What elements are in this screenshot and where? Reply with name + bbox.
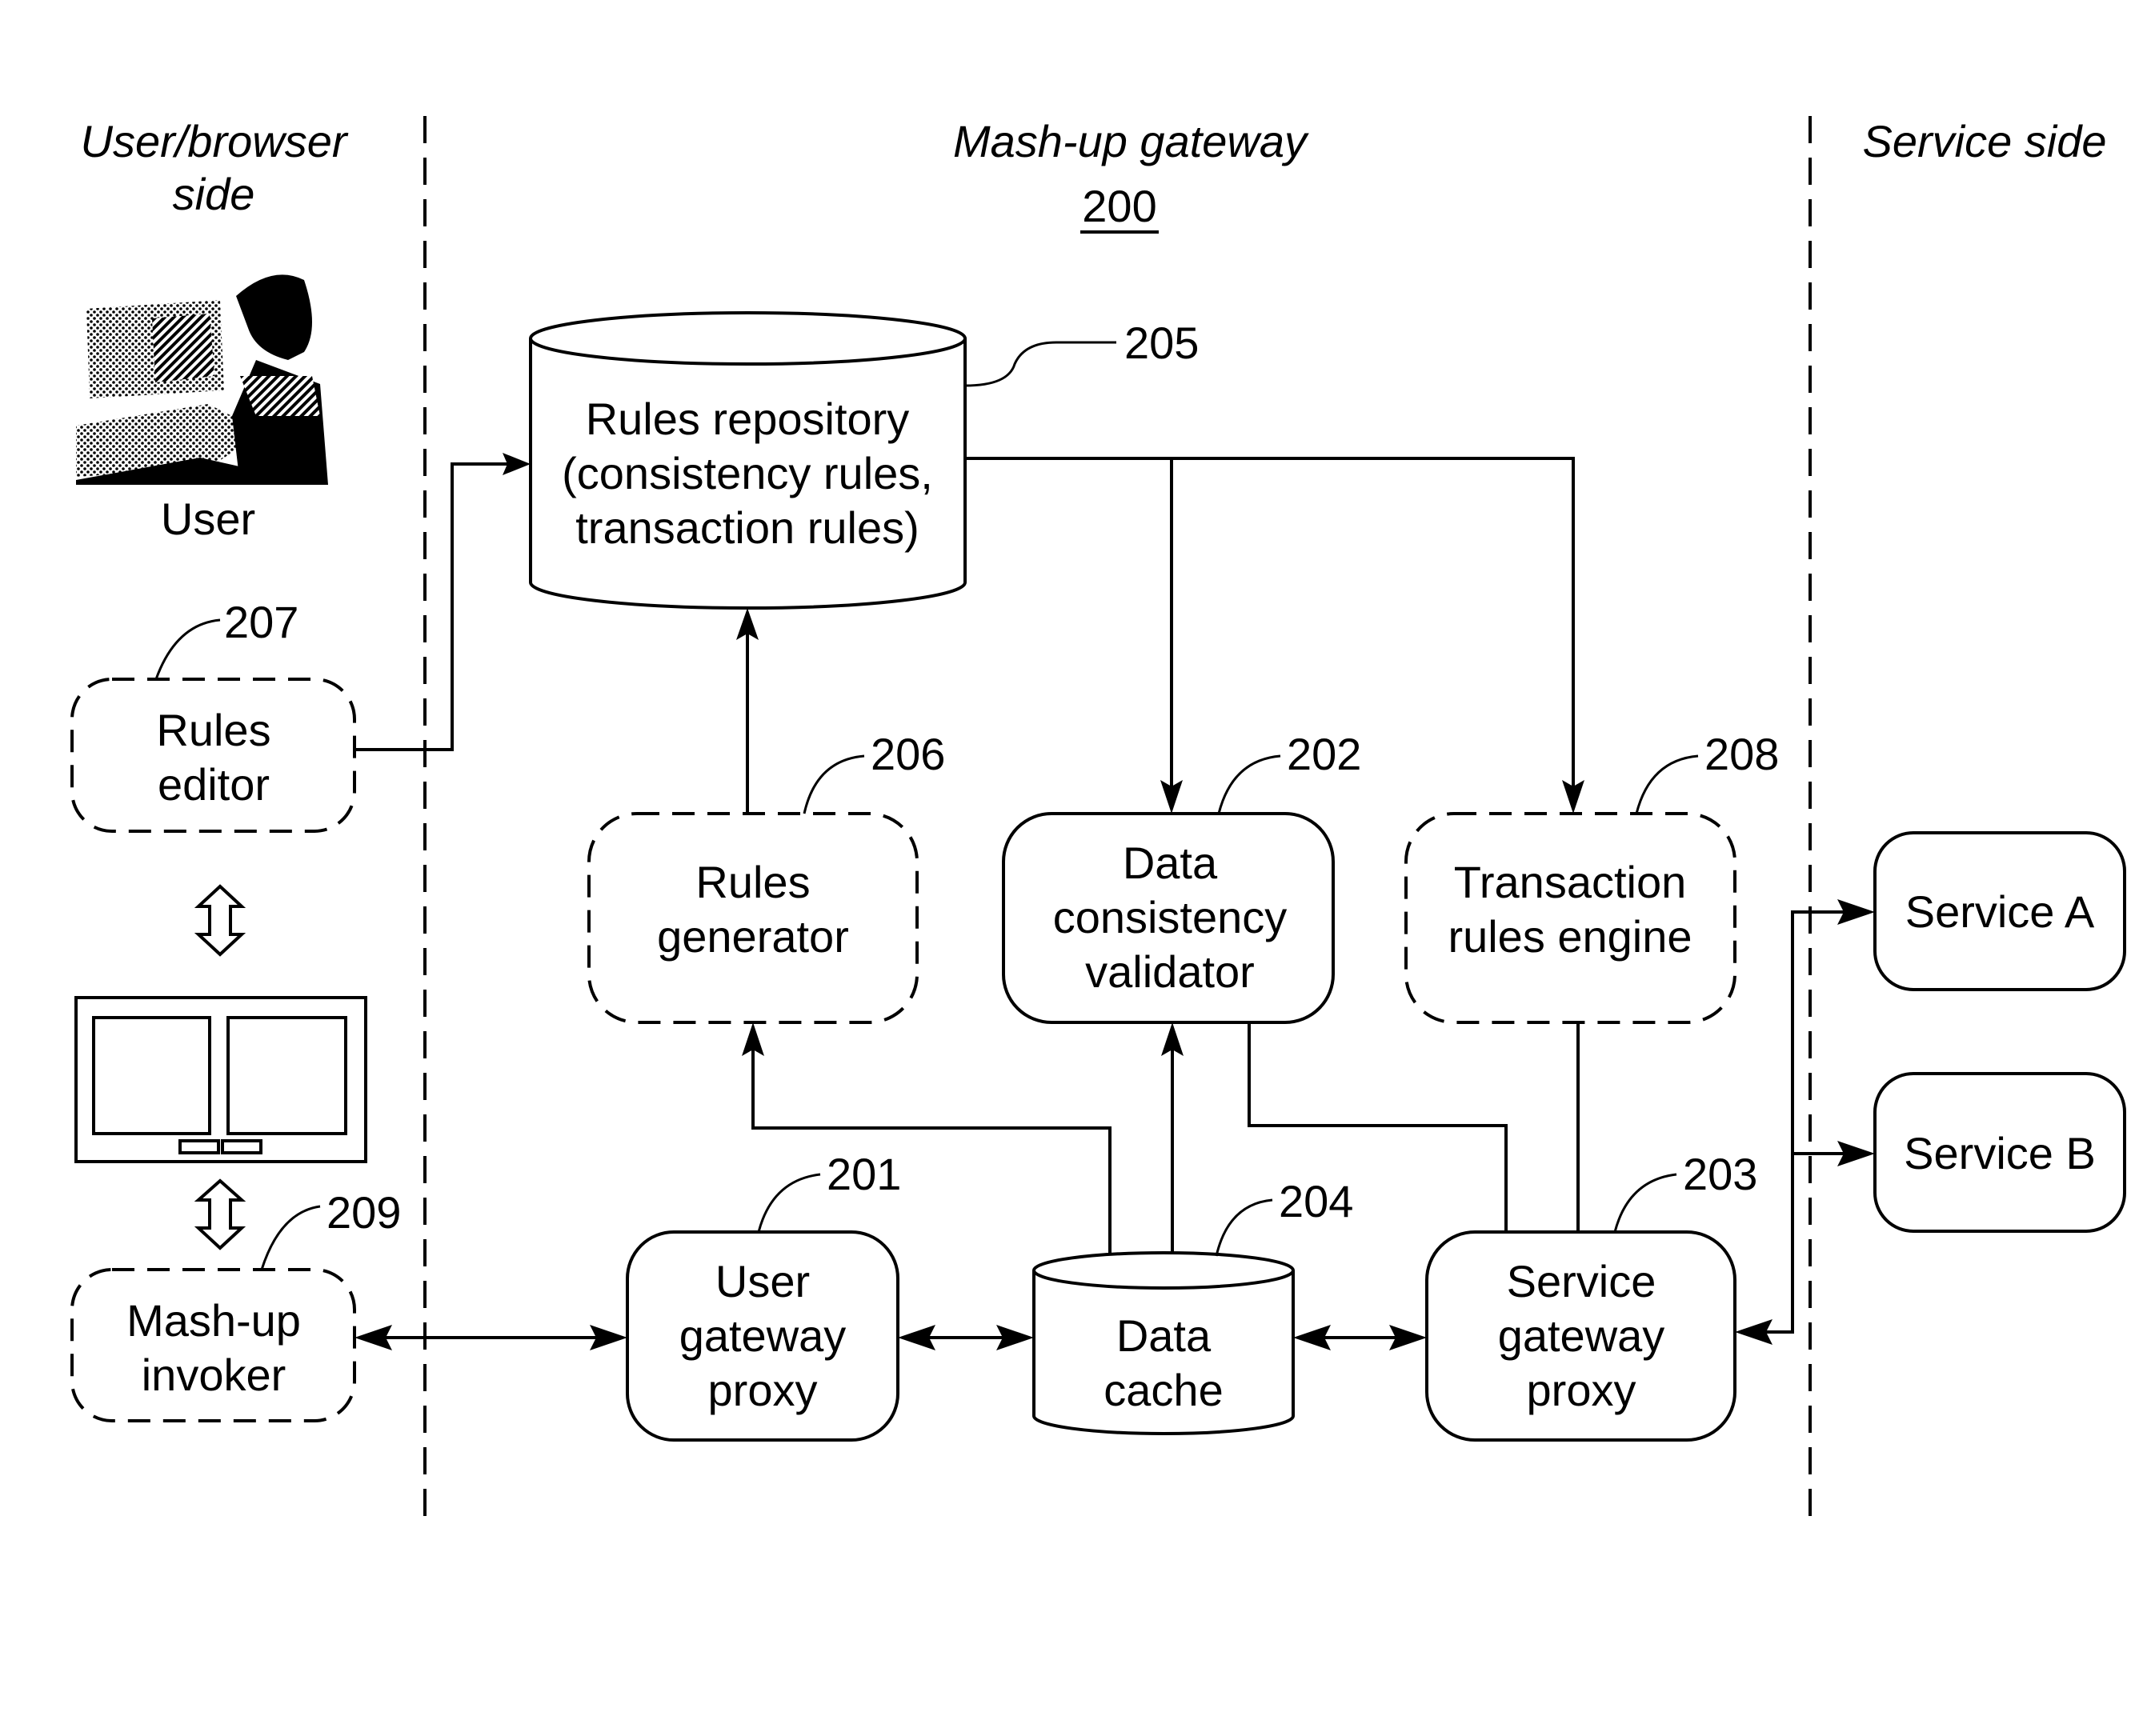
hollow-double-arrow-icon xyxy=(194,1178,246,1250)
person-at-computer-icon xyxy=(76,274,328,485)
ref-203: 203 xyxy=(1683,1149,1757,1199)
ref-201-leader xyxy=(757,1173,821,1233)
architecture-diagram: User/browser side Mash-up gateway 200 Se… xyxy=(70,116,2126,1520)
ref-203-leader xyxy=(1613,1173,1677,1233)
engine-label-line1: Transaction xyxy=(1454,857,1687,907)
rules-generator-label-line1: Rules xyxy=(695,857,810,907)
connector-editor-to-repository xyxy=(354,462,512,751)
ref-207: 207 xyxy=(224,597,298,647)
service-a-label: Service A xyxy=(1905,886,2095,937)
service-proxy-label-line2: gateway xyxy=(1498,1310,1665,1361)
ref-202: 202 xyxy=(1287,729,1361,779)
mashup-gateway-ref: 200 xyxy=(1082,181,1156,231)
rules-repository-label-line3: transaction rules) xyxy=(575,502,919,553)
service-proxy-label-line3: proxy xyxy=(1527,1365,1636,1415)
rules-repository[interactable]: Rules repository (consistency rules, tra… xyxy=(529,311,967,610)
user-proxy-label-line3: proxy xyxy=(708,1365,818,1415)
region-header-user-browser-line1: User/browser xyxy=(81,116,349,166)
diagram-canvas: User/browser side Mash-up gateway 200 Se… xyxy=(0,0,2151,1736)
connector-service-proxy-to-service-a xyxy=(1754,910,1857,1334)
validator-label-line3: validator xyxy=(1085,946,1255,997)
hollow-double-arrow-icon xyxy=(194,884,246,957)
ref-206: 206 xyxy=(871,729,945,779)
ref-209-leader xyxy=(260,1205,321,1270)
user-gateway-proxy[interactable]: User gateway proxy xyxy=(626,1230,899,1442)
rules-repository-label-line2: (consistency rules, xyxy=(562,448,933,498)
connector-repository-to-engine xyxy=(965,457,1575,788)
data-cache-label-line2: cache xyxy=(1104,1365,1223,1415)
ref-206-leader xyxy=(803,754,865,814)
validator-label-line1: Data xyxy=(1123,838,1218,888)
engine-label-line2: rules engine xyxy=(1448,911,1692,962)
region-header-user-browser-line2: side xyxy=(173,169,255,219)
ref-204: 204 xyxy=(1279,1176,1353,1226)
ref-208-leader xyxy=(1635,754,1699,814)
ref-207-leader xyxy=(154,618,221,680)
user-proxy-label-line1: User xyxy=(715,1256,810,1306)
rules-repository-label-line1: Rules repository xyxy=(586,394,910,444)
service-a[interactable]: Service A xyxy=(1873,831,2126,991)
rules-editor-label-line2: editor xyxy=(158,759,270,810)
ref-204-leader xyxy=(1215,1198,1273,1257)
ref-205-leader xyxy=(964,341,1116,387)
service-b[interactable]: Service B xyxy=(1873,1072,2126,1233)
service-b-label: Service B xyxy=(1904,1128,2096,1178)
rules-editor[interactable]: Rules editor xyxy=(70,678,356,833)
browser-window-icon xyxy=(74,996,367,1163)
data-cache[interactable]: Data cache xyxy=(1032,1251,1295,1435)
rules-generator[interactable]: Rules generator xyxy=(587,812,919,1024)
ref-208: 208 xyxy=(1704,729,1779,779)
region-header-service-side: Service side xyxy=(1862,116,2106,166)
transaction-rules-engine[interactable]: Transaction rules engine xyxy=(1404,812,1736,1024)
service-gateway-proxy[interactable]: Service gateway proxy xyxy=(1425,1230,1736,1442)
region-header-mashup-gateway: Mash-up gateway xyxy=(953,116,1309,166)
connector-cache-to-generator xyxy=(751,1048,1112,1262)
service-proxy-label-line1: Service xyxy=(1507,1256,1656,1306)
data-cache-label-line1: Data xyxy=(1116,1310,1212,1361)
ref-202-leader xyxy=(1217,754,1281,814)
mashup-invoker-label-line1: Mash-up xyxy=(126,1295,301,1346)
ref-209: 209 xyxy=(326,1187,401,1238)
mashup-invoker-label-line2: invoker xyxy=(142,1350,286,1400)
ref-201: 201 xyxy=(827,1149,901,1199)
user-proxy-label-line2: gateway xyxy=(679,1310,847,1361)
rules-editor-label-line1: Rules xyxy=(156,705,270,755)
mashup-invoker[interactable]: Mash-up invoker xyxy=(70,1268,356,1422)
user-label: User xyxy=(161,494,255,544)
data-consistency-validator[interactable]: Data consistency validator xyxy=(1002,812,1335,1024)
ref-205: 205 xyxy=(1124,318,1199,368)
rules-generator-label-line2: generator xyxy=(657,911,849,962)
validator-label-line2: consistency xyxy=(1053,892,1288,942)
